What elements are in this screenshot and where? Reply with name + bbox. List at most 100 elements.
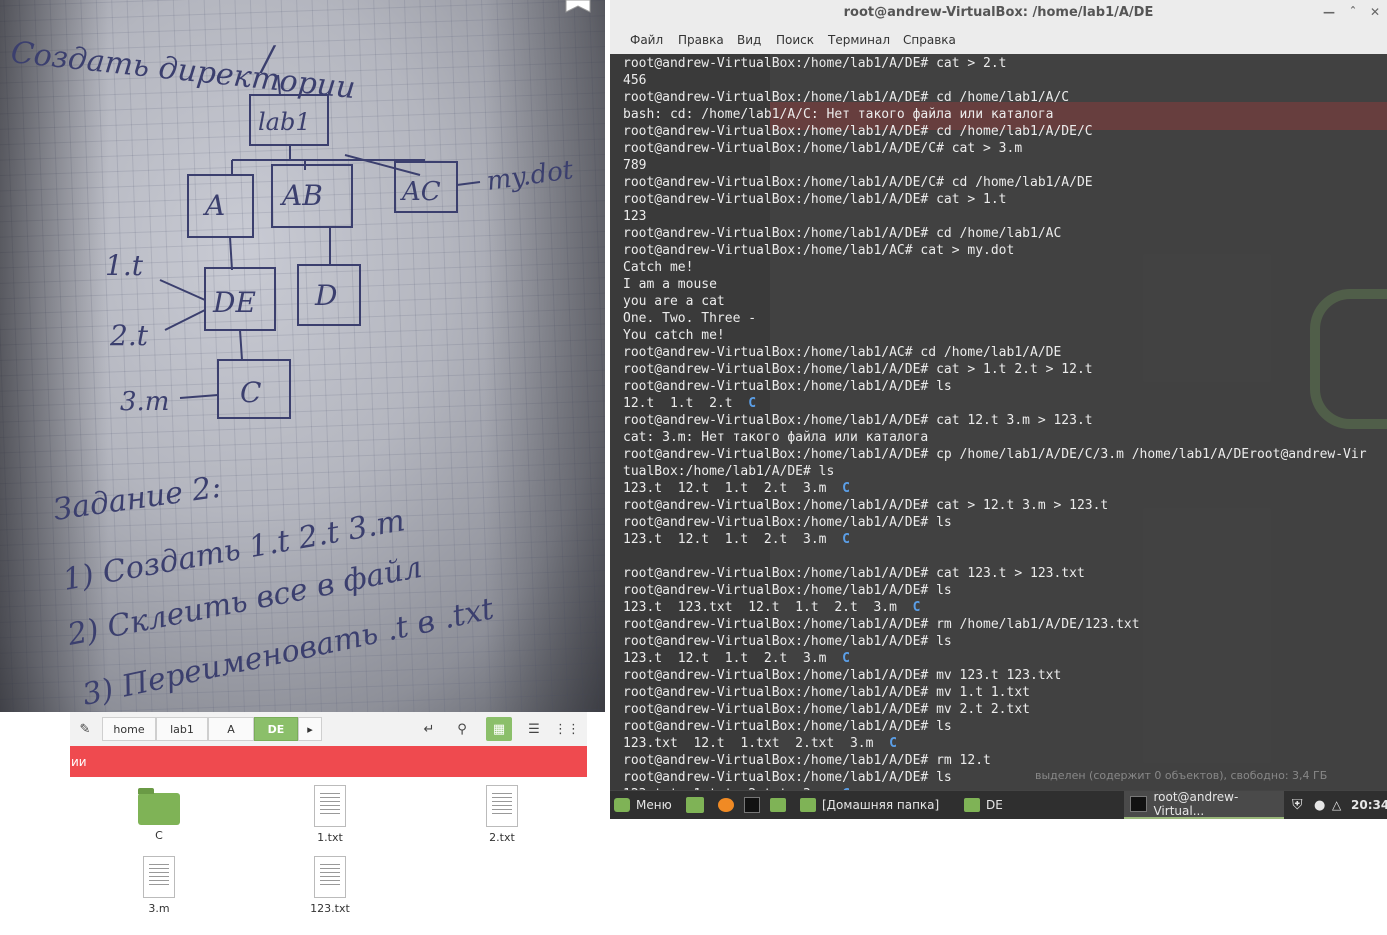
menu-file[interactable]: Файл	[630, 33, 663, 47]
terminal-line-text: you are a cat	[623, 294, 725, 309]
terminal-line-text: root@andrew-VirtualBox:/home/lab1/A/DE# …	[623, 124, 1093, 139]
breadcrumb-lab1[interactable]: lab1	[156, 717, 208, 741]
file-item-2txt[interactable]: 2.txt	[462, 785, 542, 844]
text-file-icon	[143, 856, 175, 898]
terminal-output[interactable]: выделен (содержит 0 объектов), свободно:…	[610, 54, 1387, 790]
breadcrumb-de[interactable]: DE	[254, 717, 298, 741]
terminal-line: root@andrew-VirtualBox:/home/lab1/A/DE# …	[623, 752, 1367, 769]
compact-view-icon[interactable]: ⋮⋮	[554, 717, 580, 741]
node-ac: AC	[400, 177, 441, 207]
terminal-line: root@andrew-VirtualBox:/home/lab1/A/DE# …	[623, 667, 1367, 684]
terminal-line-text: 123.t 12.t 1.t 2.t 3.m	[623, 651, 843, 666]
show-desktop-icon[interactable]	[686, 791, 710, 819]
terminal-line: root@andrew-VirtualBox:/home/lab1/A/DE# …	[623, 684, 1367, 701]
toggle-location-icon[interactable]: ✎	[72, 717, 98, 741]
directory-entry: C	[912, 600, 921, 615]
terminal-line-text: root@andrew-VirtualBox:/home/lab1/A/DE# …	[623, 413, 1093, 428]
task-home-folder[interactable]: [Домашняя папка]	[800, 791, 952, 819]
terminal-line: root@andrew-VirtualBox:/home/lab1/A/DE# …	[623, 191, 1367, 208]
terminal-lines: root@andrew-VirtualBox:/home/lab1/A/DE# …	[623, 55, 1367, 790]
terminal-line: root@andrew-VirtualBox:/home/lab1/A/DE# …	[623, 633, 1367, 650]
file-item-123txt[interactable]: 123.txt	[290, 856, 370, 915]
menu-edit[interactable]: Правка	[678, 33, 724, 47]
close-icon[interactable]: ✕	[1366, 3, 1384, 21]
task-de-folder[interactable]: DE	[964, 791, 1114, 819]
terminal-line-text: You catch me!	[623, 328, 725, 343]
terminal-line: root@andrew-VirtualBox:/home/lab1/A/DE# …	[623, 446, 1367, 463]
terminal-line-text: tualBox:/home/lab1/A/DE# ls	[623, 464, 835, 479]
file-2t: 2.t	[109, 319, 149, 352]
file-item-3m[interactable]: 3.m	[119, 856, 199, 915]
link-ac-file	[456, 181, 481, 186]
terminal-line: root@andrew-VirtualBox:/home/lab1/A/DE# …	[623, 361, 1367, 378]
c-link	[179, 394, 219, 399]
file-item-c[interactable]: C	[119, 787, 199, 842]
file-item-label: 2.txt	[489, 831, 515, 844]
node-ab: AB	[279, 179, 323, 212]
node-lab1: lab1	[258, 108, 311, 136]
terminal-line-text: 123	[623, 209, 647, 224]
shield-icon[interactable]: ⛨	[1292, 791, 1310, 819]
terminal-line-text: root@andrew-VirtualBox:/home/lab1/A/DE# …	[623, 719, 952, 734]
breadcrumb-home[interactable]: home	[102, 717, 156, 741]
bookmark-icon	[565, 0, 591, 13]
terminal-line-text: root@andrew-VirtualBox:/home/lab1/A/DE# …	[623, 192, 1007, 207]
breadcrumb-next-arrow-icon[interactable]: ▸	[298, 717, 322, 741]
terminal-line-text: root@andrew-VirtualBox:/home/lab1/A/DE# …	[623, 226, 1062, 241]
search-icon[interactable]: ⚲	[449, 717, 475, 741]
terminal-line: root@andrew-VirtualBox:/home/lab1/A/DE# …	[623, 123, 1367, 140]
terminal-window: root@andrew-VirtualBox: /home/lab1/A/DE …	[610, 0, 1387, 790]
terminal-line: 123	[623, 208, 1367, 225]
tree-lines-2	[229, 227, 331, 271]
file-3m: 3.m	[120, 387, 169, 417]
task-heading: Задание 2:	[51, 470, 223, 528]
task-label: root@andrew-Virtual...	[1153, 790, 1239, 818]
terminal-line-text: I am a mouse	[623, 277, 717, 292]
start-menu-button[interactable]: Меню	[614, 791, 682, 819]
minimize-icon[interactable]: —	[1320, 3, 1338, 21]
terminal-line: root@andrew-VirtualBox:/home/lab1/A/DE# …	[623, 718, 1367, 735]
terminal-line: root@andrew-VirtualBox:/home/lab1/AC# ca…	[623, 242, 1367, 259]
file-item-label: 1.txt	[317, 831, 343, 844]
terminal-line-text: 123.t 12.t 1.t 2.t 3.m	[623, 481, 843, 496]
menu-view[interactable]: Вид	[737, 33, 761, 47]
list-view-icon[interactable]: ☰	[521, 717, 547, 741]
terminal-titlebar[interactable]: root@andrew-VirtualBox: /home/lab1/A/DE …	[610, 0, 1387, 27]
terminal-line: 123.t 123.txt 12.t 1.t 2.t 3.m C	[623, 599, 1367, 616]
breadcrumb-a[interactable]: A	[208, 717, 254, 741]
user-icon[interactable]: ●	[1314, 791, 1330, 819]
terminal-line: root@andrew-VirtualBox:/home/lab1/AC# cd…	[623, 344, 1367, 361]
maximize-icon[interactable]: ˆ	[1344, 3, 1362, 21]
terminal-line: 789	[623, 157, 1367, 174]
terminal-line-text: root@andrew-VirtualBox:/home/lab1/A/DE# …	[623, 685, 1030, 700]
terminal-line: root@andrew-VirtualBox:/home/lab1/A/DE# …	[623, 55, 1367, 72]
folder-icon	[138, 788, 180, 825]
node-c: C	[240, 376, 261, 409]
open-terminal-icon[interactable]: ↵	[416, 717, 442, 741]
task-terminal[interactable]: root@andrew-Virtual...	[1124, 790, 1284, 819]
menu-terminal[interactable]: Терминал	[828, 33, 890, 47]
terminal-line-text: cat: 3.m: Нет такого файла или каталога	[623, 430, 929, 445]
terminal-line-text: 12.t 1.t 2.t	[623, 396, 749, 411]
terminal-line: root@andrew-VirtualBox:/home/lab1/A/DE# …	[623, 769, 1367, 786]
icon-view-icon[interactable]: ▦	[486, 717, 512, 741]
menu-search[interactable]: Поиск	[776, 33, 814, 47]
terminal-icon	[744, 797, 760, 813]
file-item-label: 3.m	[148, 902, 170, 915]
file-manager-window: ✎ home lab1 A DE ▸ ↵ ⚲ ▦ ☰ ⋮⋮ ии C 1.txt…	[70, 712, 587, 935]
terminal-line-text: root@andrew-VirtualBox:/home/lab1/A/DE# …	[623, 770, 952, 785]
terminal-line-text: root@andrew-VirtualBox:/home/lab1/A/DE# …	[623, 90, 1070, 105]
terminal-line-text: root@andrew-VirtualBox:/home/lab1/A/DE# …	[623, 56, 1007, 71]
node-a: A	[202, 189, 225, 222]
menu-help[interactable]: Справка	[903, 33, 956, 47]
network-icon[interactable]: △	[1332, 791, 1348, 819]
text-file-icon	[486, 785, 518, 827]
files-launcher-icon[interactable]	[770, 791, 794, 819]
terminal-launcher-icon[interactable]	[744, 791, 766, 819]
terminal-line: 123.t 12.t 1.t 2.t 3.m C	[623, 531, 1367, 548]
terminal-line-text: root@andrew-VirtualBox:/home/lab1/A/DE# …	[623, 634, 952, 649]
clock[interactable]: 20:34	[1351, 791, 1387, 819]
file-item-1txt[interactable]: 1.txt	[290, 785, 370, 844]
firefox-launcher-icon[interactable]	[718, 791, 740, 819]
